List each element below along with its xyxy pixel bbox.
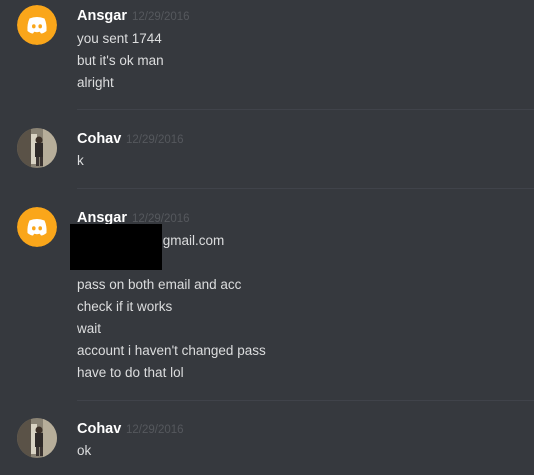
avatar[interactable] xyxy=(17,418,57,458)
message-timestamp: 12/29/2016 xyxy=(132,11,190,23)
message-text: k xyxy=(77,153,84,168)
avatar[interactable] xyxy=(17,207,57,247)
message-text: account i haven't changed pass xyxy=(77,343,266,358)
message-divider xyxy=(77,109,534,110)
discord-logo-icon xyxy=(17,5,57,45)
message-timestamp: 12/29/2016 xyxy=(126,134,184,146)
username[interactable]: Cohav xyxy=(77,420,121,438)
username[interactable]: Cohav xyxy=(77,130,121,148)
chat-messages: Ansgar 12/29/2016 you sent 1744 but it's… xyxy=(0,0,534,475)
message-text: but it's ok man xyxy=(77,53,164,68)
message-text: pass on both email and acc xyxy=(77,277,242,292)
message-text: wait xyxy=(77,321,102,336)
message-timestamp: 12/29/2016 xyxy=(126,424,184,436)
message-text: you sent 1744 xyxy=(77,31,162,46)
message-text: check if it works xyxy=(77,299,173,314)
message-text: ok xyxy=(77,443,92,458)
user-photo-avatar xyxy=(17,128,57,168)
redaction-box xyxy=(70,224,162,270)
message-divider xyxy=(77,400,534,401)
user-photo-avatar xyxy=(17,418,57,458)
avatar[interactable] xyxy=(17,5,57,45)
discord-logo-icon xyxy=(17,207,57,247)
username[interactable]: Ansgar xyxy=(77,7,127,25)
message-text: have to do that lol xyxy=(77,365,184,380)
message-divider xyxy=(77,188,534,189)
avatar[interactable] xyxy=(17,128,57,168)
message-text: alright xyxy=(77,75,114,90)
